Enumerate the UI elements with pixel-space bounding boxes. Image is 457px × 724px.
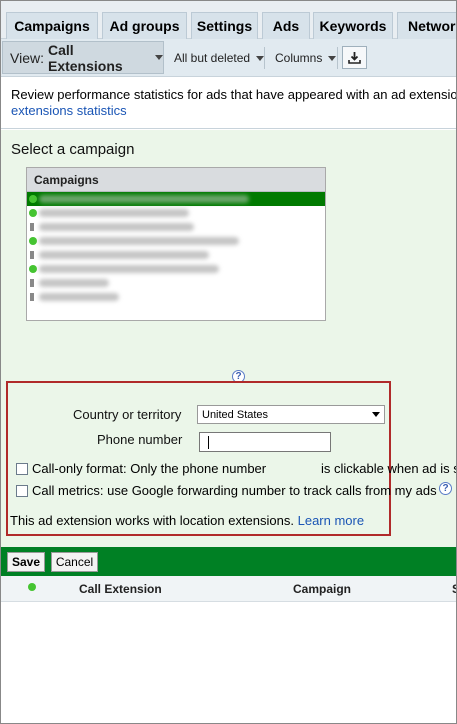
paused-icon bbox=[30, 251, 34, 259]
paused-icon bbox=[30, 223, 34, 231]
paused-icon bbox=[30, 279, 34, 287]
status-dot-icon bbox=[29, 265, 37, 273]
campaign-row[interactable] bbox=[27, 248, 325, 262]
filter-label: All but deleted bbox=[174, 51, 251, 65]
description-text: Review performance statistics for ads th… bbox=[11, 87, 457, 102]
campaign-row[interactable] bbox=[27, 262, 325, 276]
column-status[interactable]: S bbox=[452, 582, 456, 596]
phone-number-input[interactable] bbox=[199, 432, 331, 452]
campaign-list[interactable]: Campaigns bbox=[26, 167, 326, 321]
chevron-down-icon bbox=[328, 55, 337, 61]
view-value: Call Extensions bbox=[47, 41, 123, 74]
country-label: Country or territory bbox=[73, 407, 182, 422]
download-icon bbox=[348, 52, 361, 64]
save-button[interactable]: Save bbox=[7, 552, 45, 572]
tab-ad-groups[interactable]: Ad groups bbox=[102, 12, 187, 39]
description: Review performance statistics for ads th… bbox=[1, 78, 457, 129]
call-metrics-row: Call metrics: use Google forwarding numb… bbox=[16, 483, 437, 498]
country-select[interactable]: United States bbox=[197, 405, 385, 424]
tab-keywords[interactable]: Keywords bbox=[313, 12, 393, 39]
extension-panel: Select a campaign Campaigns ? Country or… bbox=[1, 130, 456, 547]
redacted-name bbox=[39, 223, 194, 231]
redacted-name bbox=[39, 195, 249, 203]
table-body bbox=[1, 602, 456, 723]
help-icon: ? bbox=[439, 482, 452, 495]
country-value: United States bbox=[202, 408, 269, 421]
campaign-list-header: Campaigns bbox=[27, 168, 325, 192]
action-bar: Save Cancel bbox=[1, 547, 456, 576]
learn-more-link[interactable]: Learn more bbox=[298, 513, 364, 528]
toolbar: View: Call Extensions All but deleted Co… bbox=[1, 39, 456, 77]
tab-networks[interactable]: Network bbox=[397, 12, 456, 39]
chevron-down-icon bbox=[155, 55, 163, 60]
call-metrics-label: Call metrics: use Google forwarding numb… bbox=[32, 483, 437, 498]
filter-dropdown[interactable]: All but deleted bbox=[174, 51, 265, 65]
note-text: This ad extension works with location ex… bbox=[10, 513, 294, 528]
table-header: Call Extension Campaign S bbox=[1, 576, 456, 602]
campaign-row[interactable] bbox=[27, 276, 325, 290]
column-call-extension[interactable]: Call Extension bbox=[79, 582, 162, 596]
status-dot-icon bbox=[29, 209, 37, 217]
redacted-name bbox=[39, 251, 209, 259]
text-cursor bbox=[208, 436, 209, 449]
call-only-checkbox[interactable] bbox=[16, 462, 28, 475]
redacted-name bbox=[39, 265, 219, 273]
paused-icon bbox=[30, 293, 34, 301]
campaign-row[interactable] bbox=[27, 192, 325, 206]
call-metrics-checkbox[interactable] bbox=[16, 484, 28, 497]
tab-settings[interactable]: Settings bbox=[191, 12, 258, 39]
status-dot-icon bbox=[29, 237, 37, 245]
status-dot-icon bbox=[29, 195, 37, 203]
app-frame: Campaigns Ad groups Settings Ads Keyword… bbox=[0, 0, 457, 724]
tab-ads[interactable]: Ads bbox=[262, 12, 310, 39]
select-campaign-title: Select a campaign bbox=[11, 141, 135, 158]
chevron-down-icon bbox=[256, 55, 265, 61]
campaign-row[interactable] bbox=[27, 220, 325, 234]
toolbar-divider bbox=[264, 47, 265, 69]
chevron-down-icon bbox=[372, 412, 380, 417]
extensions-statistics-link[interactable]: extensions statistics bbox=[11, 103, 127, 118]
call-extension-form: Country or territory United States Phone… bbox=[6, 381, 456, 536]
tab-bar: Campaigns Ad groups Settings Ads Keyword… bbox=[1, 1, 456, 39]
call-only-label-cont: is clickable when ad is s bbox=[321, 461, 457, 476]
status-dot-icon bbox=[28, 583, 36, 591]
view-prefix: View: bbox=[10, 49, 44, 66]
column-campaign[interactable]: Campaign bbox=[293, 582, 351, 596]
redacted-name bbox=[39, 209, 189, 217]
call-only-row: Call-only format: Only the phone number … bbox=[16, 461, 457, 476]
call-only-label: Call-only format: Only the phone number bbox=[32, 461, 267, 476]
campaign-row[interactable] bbox=[27, 290, 325, 304]
call-metrics-help-button[interactable]: ? bbox=[439, 482, 452, 495]
cancel-button[interactable]: Cancel bbox=[51, 552, 98, 572]
redacted-name bbox=[39, 237, 239, 245]
view-dropdown[interactable]: View: Call Extensions bbox=[2, 41, 164, 74]
download-button[interactable] bbox=[342, 46, 367, 69]
campaign-row[interactable] bbox=[27, 206, 325, 220]
tab-campaigns[interactable]: Campaigns bbox=[6, 12, 98, 39]
redacted-name bbox=[39, 293, 119, 301]
campaign-row[interactable] bbox=[27, 234, 325, 248]
phone-label: Phone number bbox=[97, 432, 183, 447]
redacted-name bbox=[39, 279, 109, 287]
columns-dropdown[interactable]: Columns bbox=[275, 51, 337, 65]
location-extension-note: This ad extension works with location ex… bbox=[10, 513, 364, 528]
columns-label: Columns bbox=[275, 51, 323, 65]
toolbar-divider bbox=[337, 47, 338, 69]
